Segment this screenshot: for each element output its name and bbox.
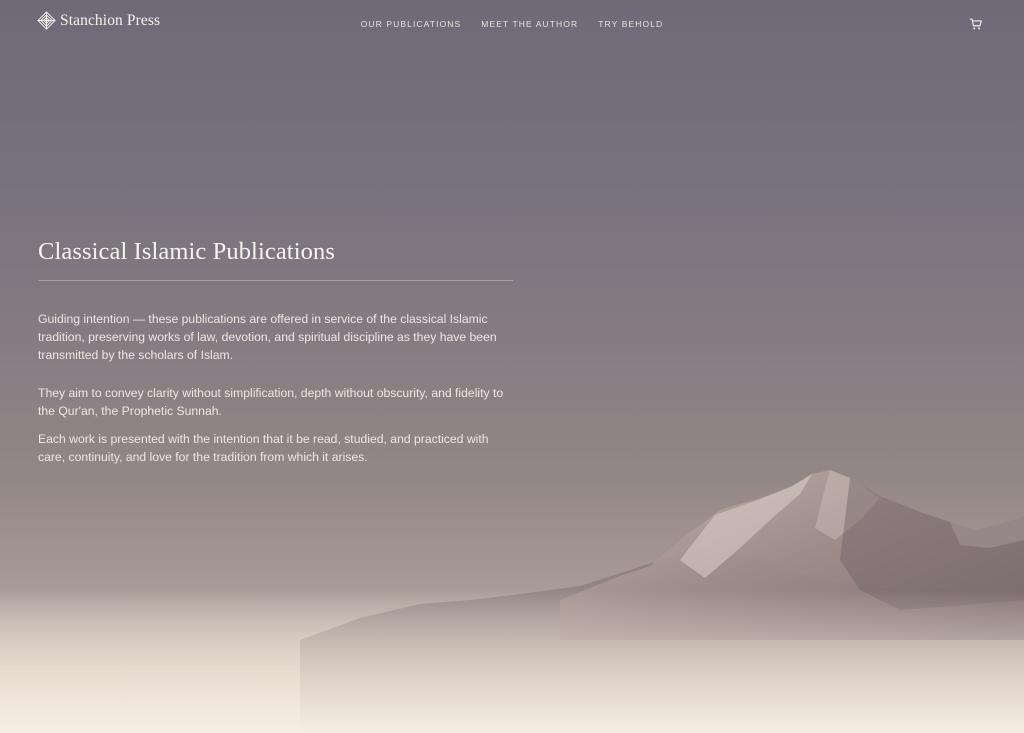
aim-paragraph: They aim to convey clarity without simpl… [38, 386, 504, 419]
title-divider [38, 280, 513, 281]
presentation-paragraph: Each work is presented with the intentio… [38, 431, 489, 464]
brand-name: Stanchion Press [60, 11, 161, 29]
hero-section: Classical Islamic Publications Guiding i… [38, 236, 513, 467]
intro-paragraph: Guiding intention — these publications a… [38, 312, 497, 362]
nav-our-publications[interactable]: OUR PUBLICATIONS [361, 19, 462, 29]
page-title: Classical Islamic Publications [38, 238, 335, 265]
nav-try-behold[interactable]: TRY BEHOLD [598, 19, 663, 29]
diamond-logo-icon [37, 11, 56, 30]
site-header: Stanchion Press OUR PUBLICATIONS MEET TH… [0, 0, 1024, 48]
brand-home-link[interactable]: Stanchion Press [37, 11, 160, 30]
nav-meet-the-author[interactable]: MEET THE AUTHOR [481, 19, 578, 29]
cart-icon[interactable] [969, 17, 983, 31]
